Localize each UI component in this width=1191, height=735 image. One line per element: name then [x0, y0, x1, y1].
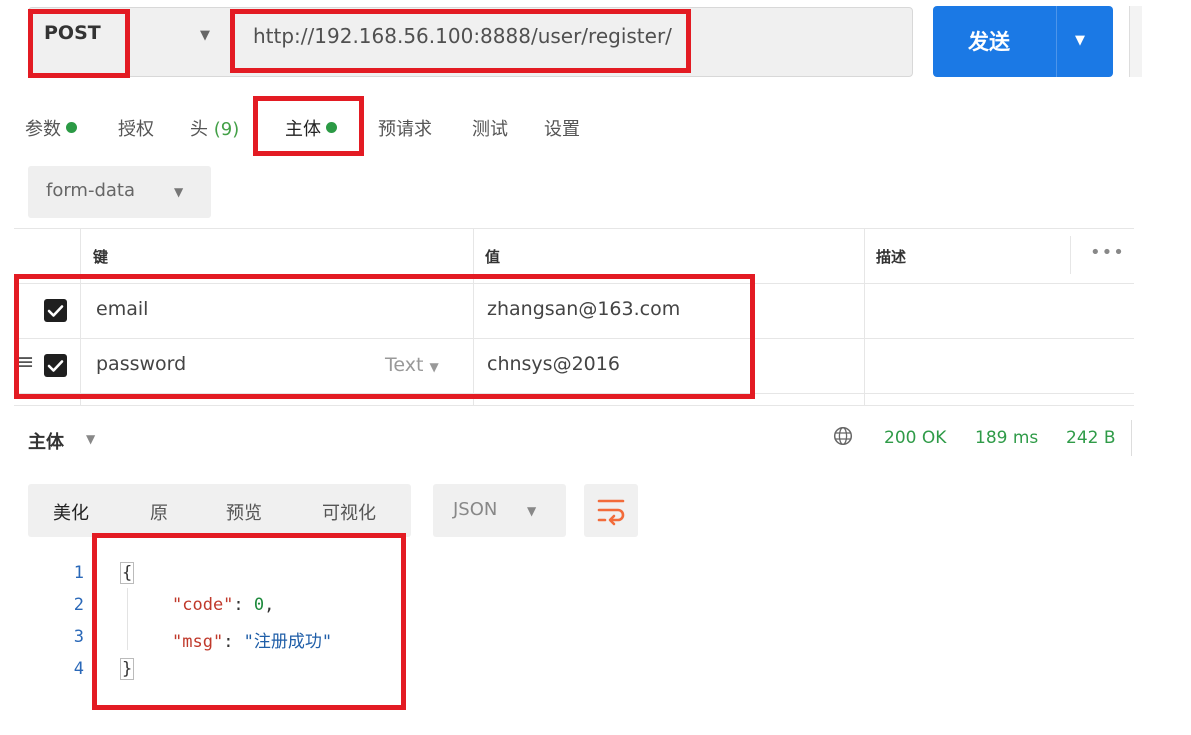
send-options-chevron-icon[interactable]: ▼ — [1075, 33, 1085, 48]
annotation-box-body-tab — [253, 96, 364, 156]
send-divider — [1056, 6, 1057, 77]
column-header-value: 值 — [485, 248, 501, 266]
line-number: 2 — [73, 595, 84, 615]
save-button-edge[interactable] — [1129, 6, 1142, 77]
line-number: 4 — [73, 659, 84, 679]
table-col-divider — [864, 228, 865, 405]
chevron-down-icon[interactable]: ▼ — [86, 432, 95, 446]
tab-tests[interactable]: 测试 — [472, 115, 508, 141]
tab-headers[interactable]: 头 (9) — [190, 115, 239, 141]
chevron-down-icon[interactable]: ▼ — [527, 504, 536, 518]
tab-pre-request-label: 预请求 — [378, 119, 432, 140]
tab-auth[interactable]: 授权 — [118, 115, 154, 141]
line-number: 1 — [73, 563, 84, 583]
tab-auth-label: 授权 — [118, 119, 154, 140]
tab-params[interactable]: 参数 — [25, 115, 77, 141]
send-button[interactable] — [933, 6, 1113, 77]
line-number: 3 — [73, 627, 84, 647]
tab-headers-label: 头 — [190, 119, 208, 140]
response-time[interactable]: 189 ms — [975, 428, 1038, 448]
tab-tests-label: 测试 — [472, 119, 508, 140]
annotation-box-method — [28, 9, 130, 78]
chevron-down-icon[interactable]: ▼ — [200, 28, 210, 43]
column-header-key: 键 — [93, 248, 109, 266]
view-tab-raw[interactable]: 原 — [150, 499, 168, 525]
headers-count: (9) — [213, 119, 240, 140]
wrap-lines-icon — [597, 499, 625, 526]
view-tab-preview[interactable]: 预览 — [226, 499, 262, 525]
chevron-down-icon[interactable]: ▼ — [174, 185, 183, 199]
annotation-box-form-rows — [14, 274, 755, 399]
response-size[interactable]: 242 B — [1066, 428, 1116, 448]
tab-settings-label: 设置 — [544, 119, 580, 140]
column-header-description: 描述 — [876, 248, 907, 266]
more-icon[interactable]: ••• — [1090, 242, 1125, 263]
table-col-divider — [1070, 236, 1071, 274]
format-label[interactable]: JSON — [453, 499, 497, 520]
response-divider — [1131, 420, 1132, 456]
view-tab-pretty[interactable]: 美化 — [53, 499, 89, 525]
annotation-box-url — [230, 9, 691, 73]
response-body-title[interactable]: 主体 — [28, 428, 64, 454]
tab-params-label: 参数 — [25, 119, 61, 140]
table-top-border — [14, 228, 1134, 229]
params-indicator-dot — [66, 122, 77, 133]
wrap-lines-button[interactable] — [584, 484, 638, 537]
send-button-label[interactable]: 发送 — [968, 26, 1010, 56]
body-mode-label[interactable]: form-data — [46, 180, 135, 201]
tab-pre-request[interactable]: 预请求 — [378, 115, 432, 141]
response-status[interactable]: 200 OK — [884, 428, 946, 448]
table-bottom-border — [14, 405, 1134, 406]
globe-icon[interactable] — [833, 426, 853, 450]
view-tab-visualize[interactable]: 可视化 — [322, 499, 376, 525]
annotation-box-response — [92, 533, 406, 710]
globe-icon-svg — [833, 426, 853, 446]
tab-settings[interactable]: 设置 — [544, 115, 580, 141]
